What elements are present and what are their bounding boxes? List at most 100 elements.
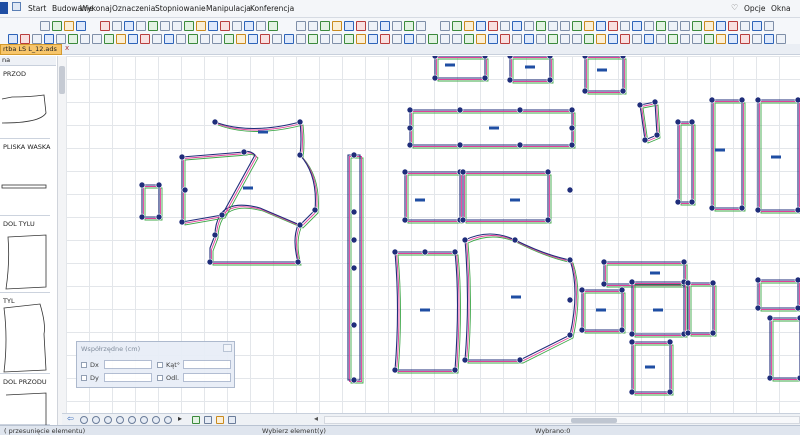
- toolbar-tool-icon[interactable]: [40, 21, 50, 31]
- pattern-node[interactable]: [708, 96, 716, 104]
- toolbar-tool-icon[interactable]: [740, 21, 750, 31]
- toolbar-tool-icon[interactable]: [512, 21, 522, 31]
- layout-icon[interactable]: [192, 416, 200, 424]
- pattern-node[interactable]: [568, 124, 576, 132]
- pattern-node[interactable]: [709, 279, 717, 287]
- toolbar-tool-icon[interactable]: [536, 21, 546, 31]
- toolbar-tool-icon[interactable]: [164, 34, 174, 44]
- app-menu-button[interactable]: [0, 2, 8, 14]
- pattern-node[interactable]: [794, 96, 800, 104]
- toolbar-tool-icon[interactable]: [224, 34, 234, 44]
- toolbar-tool-icon[interactable]: [32, 34, 42, 44]
- toolbar-tool-icon[interactable]: [392, 34, 402, 44]
- toolbar-tool-icon[interactable]: [356, 21, 366, 31]
- pattern-node[interactable]: [406, 141, 414, 149]
- pattern-node[interactable]: [350, 264, 358, 272]
- pattern-node[interactable]: [581, 87, 589, 95]
- right-strip-2-outline-pink[interactable]: [689, 284, 715, 335]
- toolbar-tool-icon[interactable]: [172, 21, 182, 31]
- pattern-node[interactable]: [401, 216, 409, 224]
- pattern-node[interactable]: [628, 278, 636, 286]
- toolbar-tool-icon[interactable]: [268, 21, 278, 31]
- toolbar-tool-icon[interactable]: [620, 34, 630, 44]
- piece-card-tyl[interactable]: TYL: [0, 294, 50, 374]
- pattern-node[interactable]: [666, 338, 674, 346]
- toolbar-tool-icon[interactable]: [716, 34, 726, 44]
- toolbar-tool-icon[interactable]: [776, 34, 786, 44]
- pocket-left-outline[interactable]: [404, 171, 461, 221]
- right-panel-1-outline[interactable]: [711, 99, 743, 209]
- toolbar-tool-icon[interactable]: [320, 34, 330, 44]
- top-piece-3-outline-pink[interactable]: [586, 57, 625, 93]
- dx-input[interactable]: [104, 360, 152, 369]
- zoom-window-icon[interactable]: [104, 416, 112, 424]
- toolbar-tool-icon[interactable]: [260, 34, 270, 44]
- top-piece-1-outline-pink[interactable]: [436, 57, 487, 80]
- pattern-node[interactable]: [578, 326, 586, 334]
- pattern-node[interactable]: [688, 198, 696, 206]
- pattern-node[interactable]: [674, 198, 682, 206]
- pattern-node[interactable]: [218, 211, 226, 219]
- small-piece-left-outline-pink[interactable]: [143, 186, 161, 219]
- pattern-node[interactable]: [600, 258, 608, 266]
- pattern-node[interactable]: [406, 124, 414, 132]
- dy-input[interactable]: [104, 373, 152, 382]
- snap-icon[interactable]: [228, 416, 236, 424]
- pattern-node[interactable]: [794, 276, 800, 284]
- scroll-left-icon[interactable]: ◂: [314, 414, 318, 423]
- menu-wykonaj[interactable]: Wykonaj: [80, 4, 112, 13]
- back-panel-outline-pink[interactable]: [466, 235, 577, 362]
- pattern-node[interactable]: [431, 56, 439, 60]
- toolbar-tool-icon[interactable]: [92, 34, 102, 44]
- pattern-node[interactable]: [754, 96, 762, 104]
- toolbar-tool-icon[interactable]: [560, 34, 570, 44]
- toolbar-tool-icon[interactable]: [584, 21, 594, 31]
- pattern-node[interactable]: [401, 168, 409, 176]
- toolbar-tool-icon[interactable]: [244, 21, 254, 31]
- toolbar-tool-icon[interactable]: [572, 21, 582, 31]
- toolbar-tool-icon[interactable]: [668, 34, 678, 44]
- toolbar-tool-icon[interactable]: [296, 21, 306, 31]
- toolbar-tool-icon[interactable]: [692, 34, 702, 44]
- zoom-prev-icon[interactable]: [128, 416, 136, 424]
- menu-manipulacja[interactable]: Manipulacja: [206, 4, 251, 13]
- toolbar-tool-icon[interactable]: [116, 34, 126, 44]
- pocket-right-outline-pink[interactable]: [464, 173, 550, 222]
- toolbar-tool-icon[interactable]: [416, 34, 426, 44]
- toolbar-tool-icon[interactable]: [500, 34, 510, 44]
- toolbar-tool-icon[interactable]: [524, 34, 534, 44]
- pattern-node[interactable]: [618, 326, 626, 334]
- pattern-node[interactable]: [516, 356, 524, 364]
- pattern-node[interactable]: [544, 168, 552, 176]
- pattern-node[interactable]: [211, 118, 219, 126]
- pattern-node[interactable]: [138, 181, 146, 189]
- pattern-node[interactable]: [754, 304, 762, 312]
- toolbar-tool-icon[interactable]: [64, 21, 74, 31]
- toolbar-tool-icon[interactable]: [284, 34, 294, 44]
- pattern-node[interactable]: [155, 213, 163, 221]
- toolbar-tool-icon[interactable]: [488, 34, 498, 44]
- pattern-node[interactable]: [350, 151, 358, 159]
- toolbar-tool-icon[interactable]: [584, 34, 594, 44]
- pattern-node[interactable]: [506, 76, 514, 84]
- pattern-node[interactable]: [350, 236, 358, 244]
- angle-checkbox[interactable]: [157, 362, 163, 368]
- toolbar-tool-icon[interactable]: [752, 21, 762, 31]
- distance-input[interactable]: [183, 373, 231, 382]
- pattern-node[interactable]: [431, 74, 439, 82]
- toolbar-tool-icon[interactable]: [680, 21, 690, 31]
- toolbar-tool-icon[interactable]: [232, 21, 242, 31]
- toolbar-tool-icon[interactable]: [608, 34, 618, 44]
- tab-close-icon[interactable]: x: [65, 44, 69, 52]
- right-strip-1-outline-pink[interactable]: [679, 123, 694, 204]
- pattern-node[interactable]: [350, 208, 358, 216]
- toolbar-tool-icon[interactable]: [692, 21, 702, 31]
- pocket-right-outline-green[interactable]: [465, 174, 552, 224]
- toolbar-tool-icon[interactable]: [208, 21, 218, 31]
- toolbar-tool-icon[interactable]: [656, 21, 666, 31]
- pattern-node[interactable]: [451, 366, 459, 374]
- toolbar-tool-icon[interactable]: [196, 21, 206, 31]
- zoom-fit-icon[interactable]: [116, 416, 124, 424]
- pattern-node[interactable]: [566, 256, 574, 264]
- pattern-node[interactable]: [794, 206, 800, 214]
